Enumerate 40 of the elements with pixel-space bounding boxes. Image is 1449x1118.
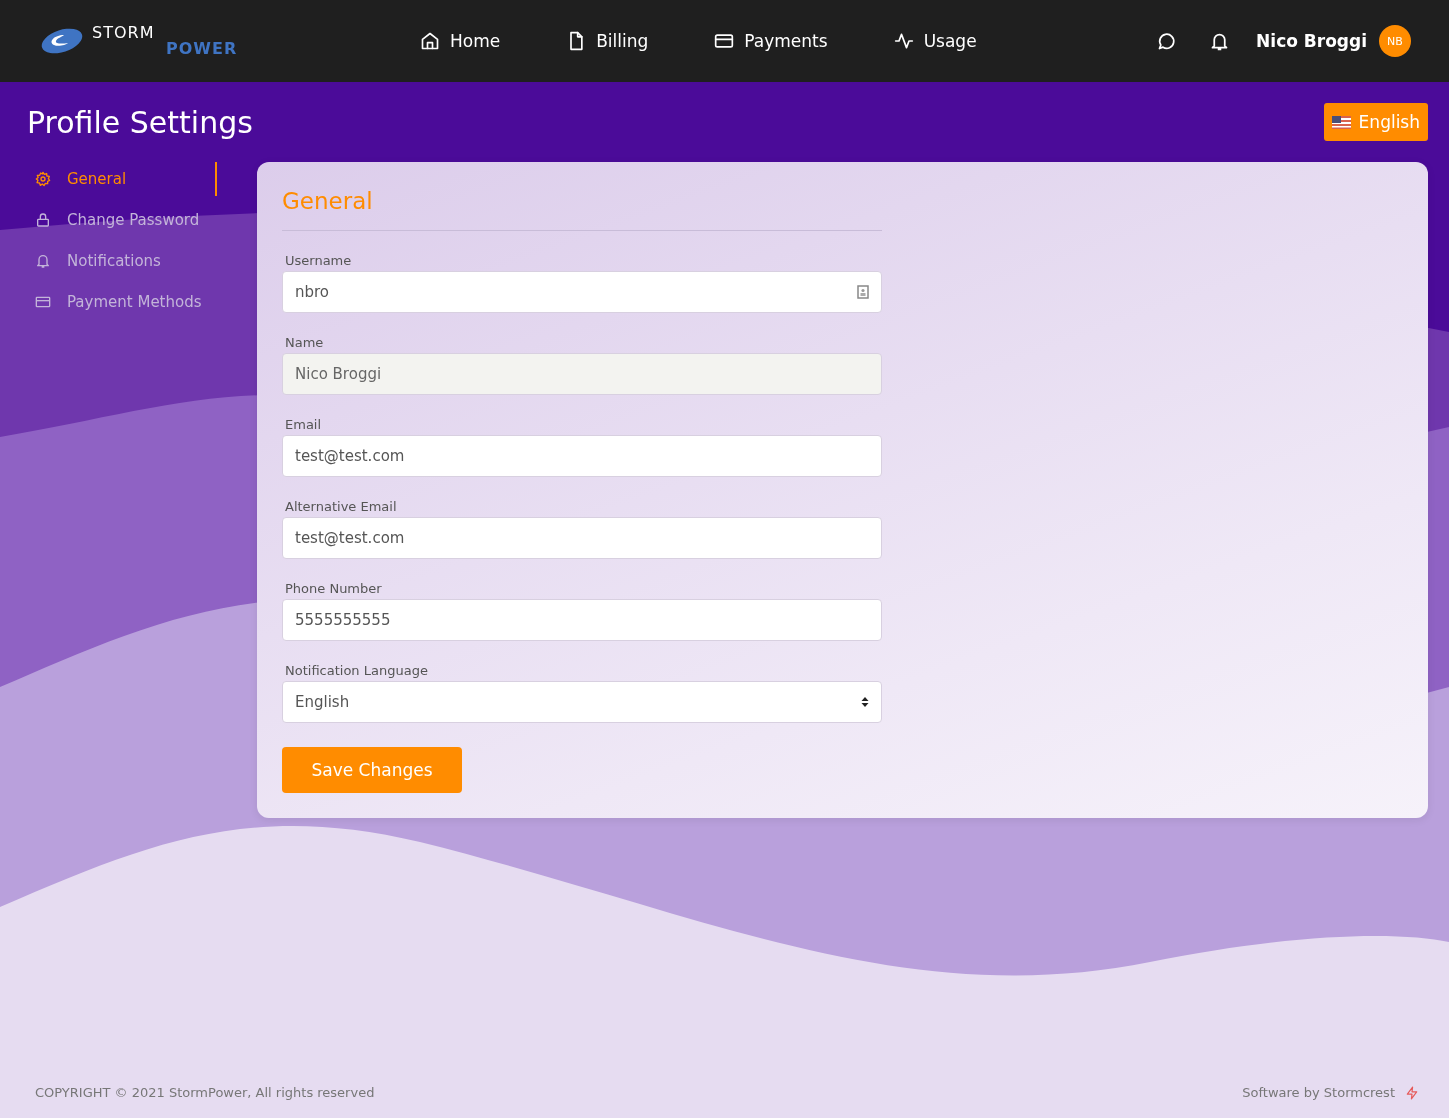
- input-field[interactable]: 5555555555: [282, 599, 882, 641]
- house-icon: [420, 31, 440, 51]
- nav-link[interactable]: Billing: [566, 27, 649, 55]
- sidebar-item[interactable]: General: [27, 162, 217, 196]
- pulse-icon: [893, 31, 914, 51]
- field-label: Email: [284, 417, 323, 432]
- padlock-icon: [35, 212, 51, 228]
- field-label: Username: [284, 253, 353, 268]
- settings-icon: [35, 171, 51, 187]
- nav-link[interactable]: Payments: [714, 27, 828, 55]
- language-select[interactable]: English: [282, 681, 882, 723]
- lightning-icon: [1405, 1085, 1419, 1100]
- swirl-logo-icon: [40, 26, 84, 56]
- field-label: Alternative Email: [284, 499, 398, 514]
- field-label: Notification Language: [284, 663, 429, 678]
- chat-icon[interactable]: [1156, 30, 1178, 52]
- nav-link[interactable]: Home: [420, 27, 501, 55]
- input-field[interactable]: test@test.com: [282, 517, 882, 559]
- field-label: Phone Number: [284, 581, 383, 596]
- updown-caret-icon: [861, 696, 869, 708]
- copyright-text: COPYRIGHT © 2021 StormPower, All rights reserved: [35, 1085, 375, 1100]
- sidebar-item[interactable]: Notifications: [27, 244, 217, 278]
- brand-name: POWER: [166, 41, 238, 57]
- credit-card-icon: [714, 31, 735, 51]
- sidebar-item[interactable]: Change Password: [27, 203, 217, 237]
- section-title: General: [282, 188, 882, 231]
- credit-text: Software by Stormcrest: [1242, 1085, 1395, 1100]
- brand-logo[interactable]: STORM POWER: [40, 25, 420, 57]
- brand-name: STORM: [92, 25, 156, 41]
- user-name[interactable]: Nico Broggi: [1256, 31, 1367, 51]
- contact-card-icon: [857, 285, 869, 299]
- input-field[interactable]: test@test.com: [282, 435, 882, 477]
- credit-card-icon: [35, 294, 51, 310]
- nav-link[interactable]: Usage: [893, 27, 977, 55]
- username-field[interactable]: nbro: [282, 271, 882, 313]
- sidebar-item[interactable]: Payment Methods: [27, 285, 217, 319]
- us-flag-icon: [1331, 115, 1351, 129]
- page-title: Profile Settings: [27, 104, 253, 140]
- field-label: Name: [284, 335, 325, 350]
- bell-icon: [35, 253, 51, 269]
